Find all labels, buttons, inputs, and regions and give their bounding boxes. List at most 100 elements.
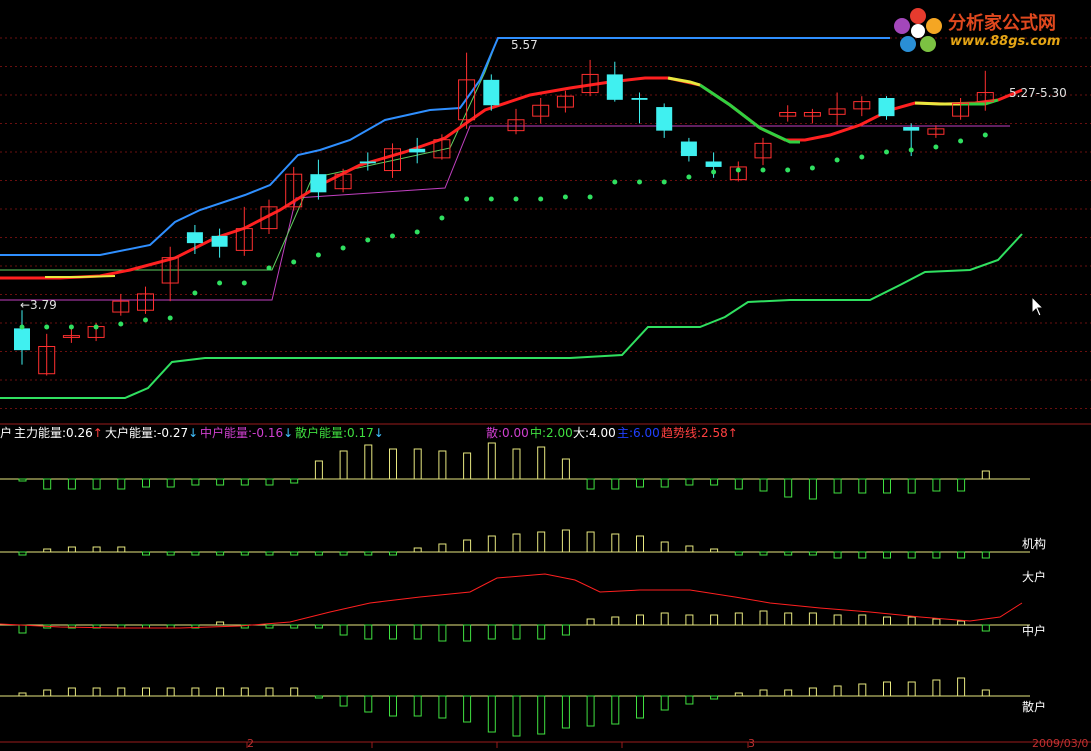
jigou-bar xyxy=(413,547,422,553)
zhonghu-bar xyxy=(216,621,225,626)
candle-body xyxy=(656,107,673,131)
low-price-label: ←3.79 xyxy=(20,298,57,312)
main-energy-bar xyxy=(487,442,496,480)
jigou-bar xyxy=(216,551,225,556)
main-energy-bar xyxy=(339,450,348,480)
label-zhonghu: 中户 xyxy=(1022,624,1047,638)
big-energy-value: 大户能量:-0.27 xyxy=(105,426,189,440)
support-dot xyxy=(118,321,124,327)
jigou-bar xyxy=(734,551,743,556)
main-energy-bar xyxy=(685,478,694,486)
main-energy-bar xyxy=(957,478,966,492)
sanhu-bar xyxy=(240,687,249,697)
jigou-bar xyxy=(438,543,447,553)
support-dot xyxy=(241,280,247,286)
trend-line-green xyxy=(699,83,800,144)
support-dot xyxy=(982,132,988,138)
main-energy-bar xyxy=(833,478,842,494)
trend-line xyxy=(0,76,668,280)
zhonghu-bar xyxy=(413,624,422,640)
big-energy-label: 大户能量:-0.27↓ xyxy=(105,426,198,440)
sanhu-bar xyxy=(463,695,472,723)
zhonghu-bar xyxy=(512,624,521,640)
main-energy-bar xyxy=(537,446,546,480)
chart-canvas[interactable] xyxy=(0,0,1091,748)
main-energy-bar xyxy=(808,478,817,500)
main-energy-bar xyxy=(216,478,225,486)
support-dot xyxy=(44,324,50,330)
energy-bars xyxy=(0,442,1030,737)
legend-big: 大:4.00 xyxy=(573,426,616,440)
candle-body xyxy=(705,161,722,167)
main-energy-bar xyxy=(907,478,916,494)
support-dot xyxy=(291,259,297,265)
candle-body xyxy=(186,232,203,244)
support-dot xyxy=(19,324,25,330)
high-price-label: 5.57 xyxy=(511,38,538,52)
support-dot xyxy=(785,167,791,173)
main-energy-value: 主力能量:0.26 xyxy=(14,426,93,440)
axis-date-left: 2 xyxy=(247,737,254,750)
sanhu-bar xyxy=(487,695,496,733)
main-energy-label: 主力能量:0.26↑ xyxy=(14,426,103,440)
panel-separators xyxy=(0,423,1091,748)
jigou-bar xyxy=(685,545,694,553)
candle-body xyxy=(903,127,920,131)
support-dot xyxy=(908,147,914,153)
sanhu-bar xyxy=(216,687,225,697)
range-price-label: 5.27-5.30 xyxy=(1009,86,1067,100)
main-energy-bar xyxy=(67,478,76,490)
jigou-bar xyxy=(67,546,76,553)
jigou-bar xyxy=(561,529,570,553)
zhonghu-bar xyxy=(636,614,644,626)
jigou-bar xyxy=(611,533,620,553)
site-logo[interactable]: 分析家公式网 www.88gs.com xyxy=(890,4,1090,54)
support-dot xyxy=(340,245,346,251)
support-dot xyxy=(143,317,148,323)
support-dot xyxy=(661,179,667,185)
sanhu-bar xyxy=(364,695,373,713)
down-arrow-icon: ↓ xyxy=(373,426,384,440)
jigou-bar xyxy=(636,535,644,553)
main-energy-bar xyxy=(389,448,397,480)
main-energy-bar xyxy=(883,478,891,494)
zhonghu-bar xyxy=(586,618,595,626)
zhonghu-bar xyxy=(710,614,719,626)
candles xyxy=(14,52,994,376)
main-energy-bar xyxy=(512,448,521,480)
sanhu-bar xyxy=(191,687,200,697)
jigou-bar xyxy=(957,551,966,559)
label-sanhu: 散户 xyxy=(1022,700,1047,714)
jigou-bar xyxy=(166,551,175,556)
main-energy-bar xyxy=(240,478,249,486)
support-dot xyxy=(167,315,173,321)
main-energy-bar xyxy=(191,478,200,486)
sanhu-bar xyxy=(636,695,644,719)
sanhu-bar xyxy=(759,689,768,697)
jigou-bar xyxy=(512,533,521,553)
main-energy-bar xyxy=(611,478,620,490)
sanhu-bar xyxy=(710,695,719,700)
support-dot xyxy=(192,290,198,296)
sanhu-bar xyxy=(784,689,793,697)
zhonghu-bar xyxy=(883,616,891,626)
zhonghu-bar xyxy=(932,618,941,626)
legend-trend: 趋势线:2.58↑ xyxy=(661,426,738,440)
legend-mid: 中:2.00 xyxy=(530,426,573,440)
sanhu-bar xyxy=(858,683,867,697)
main-indicator-lines xyxy=(0,37,1023,399)
zhonghu-bar xyxy=(759,610,768,626)
down-arrow-icon: ↓ xyxy=(283,426,294,440)
support-dot xyxy=(93,324,99,330)
sanhu-bar xyxy=(932,679,941,697)
support-dot xyxy=(834,157,840,163)
jigou-bar xyxy=(808,551,817,556)
trend-line-yellow xyxy=(667,76,701,87)
zhonghu-bar xyxy=(364,624,373,640)
support-dot xyxy=(266,265,272,271)
flower-logo-icon xyxy=(894,8,942,52)
main-energy-bar xyxy=(364,444,373,480)
jigou-bar xyxy=(265,551,274,556)
sanhu-bar xyxy=(660,695,669,711)
main-energy-bar xyxy=(858,478,867,494)
